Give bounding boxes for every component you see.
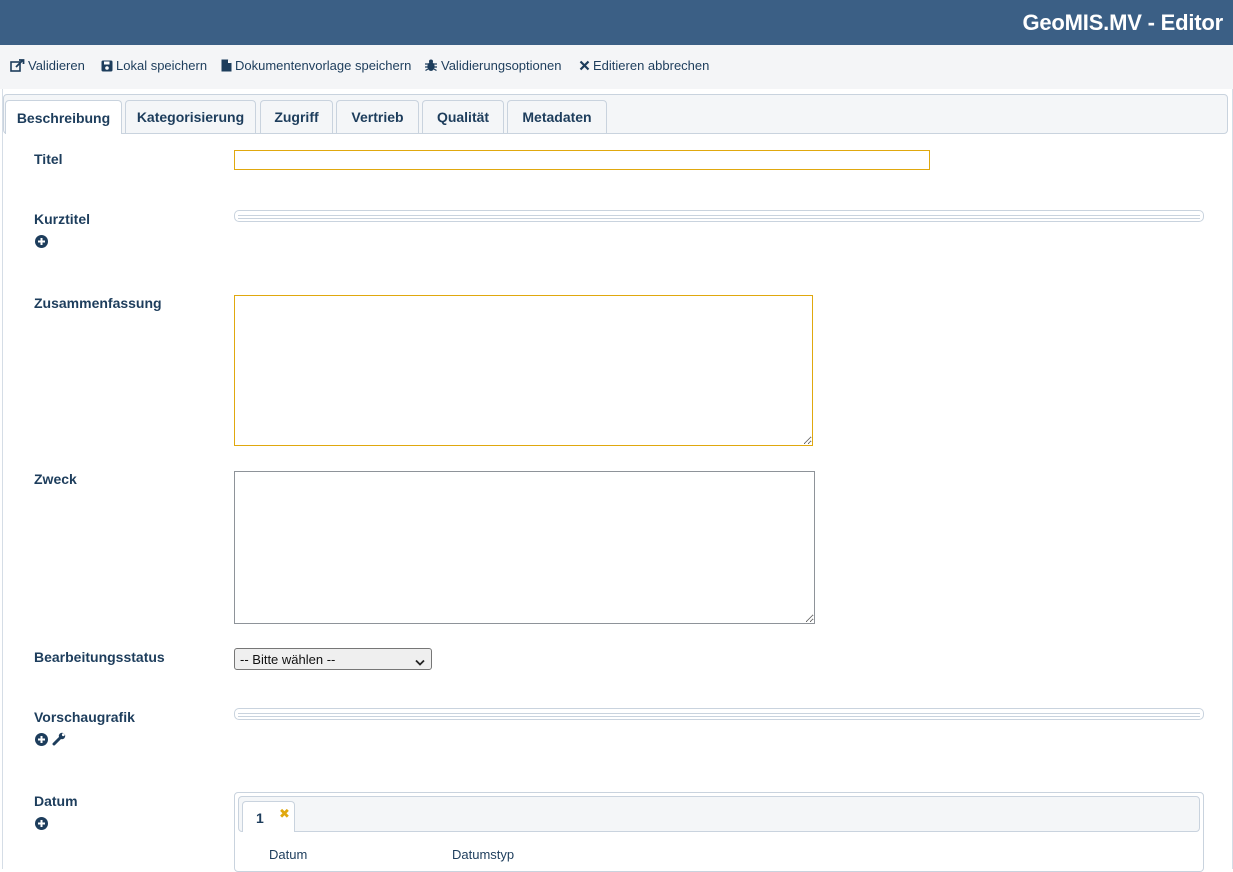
datum-tab-1[interactable]: 1 ✖	[242, 801, 295, 832]
cancel-edit-label: Editieren abbrechen	[593, 58, 710, 73]
datumstyp-column-label: Datumstyp	[452, 847, 515, 862]
zusammenfassung-textarea[interactable]	[234, 295, 813, 446]
tab-label: Vertrieb	[351, 109, 404, 125]
tab-label: Kategorisierung	[136, 109, 245, 125]
bearbeitungsstatus-label: Bearbeitungsstatus	[34, 649, 165, 665]
save-local-label: Lokal speichern	[116, 58, 208, 73]
datum-tab-label: 1	[256, 810, 264, 826]
vorschaugrafik-label: Vorschaugrafik	[34, 709, 135, 725]
tab-beschreibung[interactable]: Beschreibung	[5, 100, 122, 134]
save-template-label: Dokumentenvorlage speichern	[235, 58, 412, 73]
zweck-label: Zweck	[34, 471, 77, 487]
tab-qualitaet[interactable]: Qualität	[422, 100, 504, 133]
datum-tab-bar: 1 ✖	[238, 796, 1200, 832]
toolbar: Validieren Lokal speichern Dokumentenvor…	[0, 45, 1233, 89]
add-datum-plus-circle-icon[interactable]	[35, 817, 48, 835]
bug-icon	[424, 59, 438, 72]
app-header: GeoMIS.MV - Editor	[0, 0, 1233, 45]
datum-label: Datum	[34, 793, 78, 809]
validation-options-label: Validierungsoptionen	[441, 58, 562, 73]
close-icon	[579, 60, 590, 71]
external-link-icon	[10, 59, 25, 72]
datum-column-label: Datum	[269, 847, 308, 862]
vorschaugrafik-collapsed-group[interactable]	[234, 708, 1204, 720]
tab-label: Beschreibung	[16, 109, 111, 126]
tab-label: Qualität	[436, 109, 490, 125]
select-value: -- Bitte wählen --	[240, 651, 336, 667]
wrench-icon[interactable]	[52, 732, 66, 751]
tab-kategorisierung[interactable]: Kategorisierung	[125, 100, 256, 133]
titel-label: Titel	[34, 151, 63, 167]
kurztitel-collapsed-group[interactable]	[234, 210, 1204, 222]
tab-label: Zugriff	[274, 109, 319, 125]
tab-zugriff[interactable]: Zugriff	[260, 100, 333, 133]
save-template-button[interactable]: Dokumentenvorlage speichern	[221, 58, 411, 73]
validate-label: Validieren	[28, 58, 85, 73]
zweck-textarea[interactable]	[234, 471, 815, 624]
remove-datum-close-icon[interactable]: ✖	[279, 806, 290, 822]
tab-vertrieb[interactable]: Vertrieb	[336, 100, 419, 133]
add-vorschaugrafik-plus-circle-icon[interactable]	[35, 733, 48, 751]
validate-button[interactable]: Validieren	[10, 58, 85, 73]
validation-options-button[interactable]: Validierungsoptionen	[424, 58, 561, 73]
tab-bar: Beschreibung Kategorisierung Zugriff Ver…	[3, 94, 1228, 134]
kurztitel-label: Kurztitel	[34, 211, 90, 227]
tab-metadaten[interactable]: Metadaten	[507, 100, 607, 133]
bearbeitungsstatus-select[interactable]: -- Bitte wählen --	[234, 648, 432, 670]
datum-group: 1 ✖ Datum Datumstyp	[234, 792, 1204, 872]
app-title: GeoMIS.MV - Editor	[1022, 10, 1223, 35]
titel-input[interactable]	[234, 150, 930, 170]
tab-label: Metadaten	[522, 109, 592, 125]
zusammenfassung-label: Zusammenfassung	[34, 295, 162, 311]
add-kurztitel-plus-circle-icon[interactable]	[35, 235, 48, 253]
chevron-down-icon	[415, 655, 425, 670]
floppy-disk-icon	[101, 60, 113, 72]
file-icon	[221, 59, 232, 72]
cancel-edit-button[interactable]: Editieren abbrechen	[579, 58, 709, 73]
save-local-button[interactable]: Lokal speichern	[101, 58, 207, 73]
